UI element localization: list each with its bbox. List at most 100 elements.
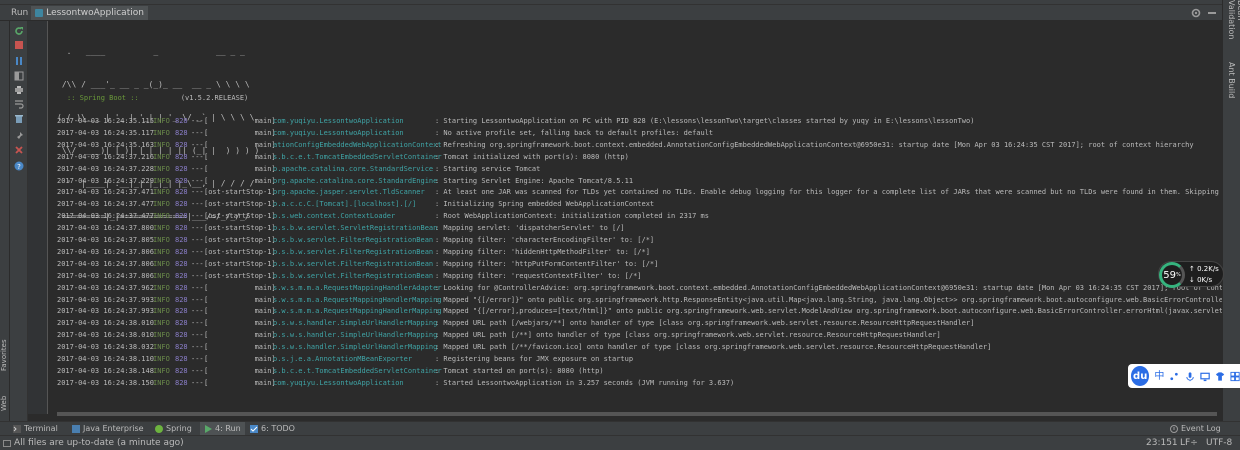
favorites-tool-label[interactable]: Favorites [0, 311, 10, 371]
console-output[interactable]: . ____ _ __ _ _ /\\ / ___'_ __ _ _(_)_ _… [49, 21, 1222, 414]
run-config-tab[interactable]: LessontwoApplication [31, 5, 148, 20]
log-date: 2017-04-03 16:24:37.962 [57, 283, 154, 292]
tab-spring[interactable]: Spring [155, 422, 192, 435]
run-label: Run [11, 7, 29, 18]
network-monitor-widget[interactable]: 59% ↑ 0.2K/s ↓ 0K/s [1158, 261, 1224, 288]
log-logger: o.s.b.w.servlet.FilterRegistrationBean [273, 259, 434, 268]
log-msg[interactable]: : Starting Servlet Engine: Apache Tomcat… [435, 176, 633, 187]
log-logger: o.s.b.w.servlet.ServletRegistrationBean [273, 224, 438, 233]
log-logger: o.s.b.w.servlet.FilterRegistrationBean [273, 236, 434, 244]
ime-logo-icon[interactable]: du [1131, 366, 1150, 386]
log-pid: 828 [175, 295, 188, 304]
log-sep: --- [191, 164, 204, 173]
tab-run[interactable]: 4: Run [200, 422, 245, 435]
shirt-skin-icon[interactable] [1215, 371, 1225, 382]
cpu-percent-ring: 59% [1159, 262, 1185, 288]
log-msg[interactable]: : Mapped URL path [/**/favicon.ico] onto… [435, 342, 991, 353]
log-msg[interactable]: : At least one JAR was scanned for TLDs … [435, 187, 1222, 198]
log-level: INFO [153, 200, 170, 209]
log-msg[interactable]: : Initializing Spring embedded WebApplic… [435, 199, 654, 210]
ime-mode-toggle[interactable]: 中 [1154, 371, 1164, 382]
log-sep: --- [191, 188, 204, 197]
log-sep: --- [191, 295, 204, 304]
clear-all-icon[interactable] [14, 114, 24, 124]
log-sep: --- [191, 176, 204, 185]
tool-windows-icon[interactable] [3, 440, 11, 447]
stop-icon[interactable] [14, 40, 24, 50]
soft-wrap-icon[interactable] [14, 99, 24, 109]
web-tool-label[interactable]: Web [0, 381, 10, 411]
log-msg[interactable]: : Mapped URL path [/webjars/**] onto han… [435, 318, 974, 329]
caret-position[interactable]: 23:151 [1146, 438, 1178, 448]
tab-java-enterprise[interactable]: Java Enterprise [72, 422, 144, 435]
hide-panel-icon[interactable] [1208, 12, 1216, 14]
punctuation-icon[interactable] [1169, 371, 1179, 382]
voice-icon[interactable] [1185, 371, 1195, 382]
log-logger: org.apache.catalina.core.StandardEngine [273, 176, 438, 185]
restore-layout-icon[interactable] [14, 71, 24, 81]
tab-event-log[interactable]: Event Log [1170, 422, 1221, 435]
log-level: INFO [153, 259, 170, 268]
log-msg[interactable]: : Starting service Tomcat [435, 164, 540, 175]
log-msg[interactable]: : Registering beans for JMX exposure on … [435, 354, 633, 365]
settings-gear-icon[interactable] [1190, 7, 1202, 19]
bean-validation-tool-label[interactable]: Bean Validation [1227, 0, 1240, 50]
rerun-icon[interactable] [14, 26, 24, 36]
log-msg[interactable]: : Mapping filter: 'characterEncodingFilt… [435, 235, 654, 246]
pause-icon[interactable] [14, 56, 24, 66]
log-level: INFO [153, 319, 170, 328]
log-level: INFO [153, 247, 170, 256]
log-msg[interactable]: : Mapping servlet: 'dispatcherServlet' t… [435, 223, 625, 234]
log-pid: 828 [175, 212, 188, 221]
log-msg[interactable]: : Started LessontwoApplication in 3.257 … [435, 378, 734, 389]
log-thread: [ main] [204, 152, 276, 161]
help-icon[interactable]: ? [14, 161, 24, 171]
log-logger: o.s.w.s.handler.SimpleUrlHandlerMapping [273, 319, 438, 328]
log-sep: --- [191, 247, 204, 256]
log-logger: ationConfigEmbeddedWebApplicationContext [273, 140, 442, 149]
log-msg[interactable]: : Tomcat initialized with port(s): 8080 … [435, 152, 629, 163]
log-msg[interactable]: : Tomcat started on port(s): 8080 (http) [435, 366, 604, 377]
log-level: INFO [153, 343, 170, 352]
log-msg[interactable]: : No active profile set, falling back to… [435, 128, 713, 139]
spring-icon [155, 424, 163, 433]
file-encoding[interactable]: UTF-8 ÷ [1206, 438, 1240, 450]
log-msg[interactable]: : Mapping filter: 'requestContextFilter'… [435, 271, 642, 282]
screen-icon[interactable] [1200, 371, 1210, 382]
line-separator[interactable]: LF÷ [1180, 438, 1198, 448]
log-msg[interactable]: : Mapping filter: 'httpPutFormContentFil… [435, 259, 658, 270]
print-icon[interactable] [14, 85, 24, 95]
close-icon[interactable] [14, 145, 24, 155]
log-msg[interactable]: : Mapped URL path [/**] onto handler of … [435, 330, 941, 341]
log-sep: --- [191, 140, 204, 149]
ide-window: Run LessontwoApplication Favorites Web ?… [0, 0, 1240, 450]
pin-tab-icon[interactable] [14, 131, 24, 141]
log-msg[interactable]: : Refreshing org.springframework.boot.co… [435, 140, 1194, 151]
log-msg[interactable]: : Mapping filter: 'hiddenHttpMethodFilte… [435, 247, 650, 258]
tab-java-enterprise-label: Java Enterprise [83, 424, 144, 433]
log-logger: o.s.j.e.a.AnnotationMBeanExporter [273, 355, 413, 363]
log-logger: s.b.c.e.t.TomcatEmbeddedServletContainer [273, 152, 442, 161]
log-msg[interactable]: : Starting LessontwoApplication on PC wi… [435, 116, 974, 127]
log-pid: 828 [175, 247, 188, 256]
log-date: 2017-04-03 16:24:37.993 [57, 295, 154, 304]
log-msg[interactable]: : Mapped "{[/error]}" onto public org.sp… [435, 295, 1222, 306]
tab-terminal[interactable]: Terminal [13, 422, 58, 435]
grid-menu-icon[interactable] [1230, 371, 1240, 382]
log-logger: o.s.web.context.ContextLoader [273, 212, 396, 221]
log-thread: [ost-startStop-1] [204, 271, 276, 280]
log-date: 2017-04-03 16:24:37.471 [57, 188, 154, 197]
ant-build-tool-label[interactable]: Ant Build [1227, 62, 1236, 112]
run-config-tab-label: LessontwoApplication [46, 7, 144, 18]
log-msg[interactable]: : Root WebApplicationContext: initializa… [435, 211, 709, 222]
log-sep: --- [191, 212, 204, 221]
log-msg[interactable]: : Mapped "{[/error],produces=[text/html]… [435, 306, 1222, 317]
java-enterprise-icon [72, 424, 80, 433]
horizontal-scrollbar[interactable] [57, 412, 1217, 416]
tab-todo[interactable]: 6: TODO [250, 422, 295, 435]
scrollbar-thumb[interactable] [57, 412, 1217, 416]
log-msg[interactable]: : Looking for @ControllerAdvice: org.spr… [435, 283, 1222, 294]
ime-toolbar[interactable]: du 中 [1128, 364, 1240, 388]
log-sep: --- [191, 366, 204, 375]
log-date: 2017-04-03 16:24:37.477 [57, 212, 154, 221]
